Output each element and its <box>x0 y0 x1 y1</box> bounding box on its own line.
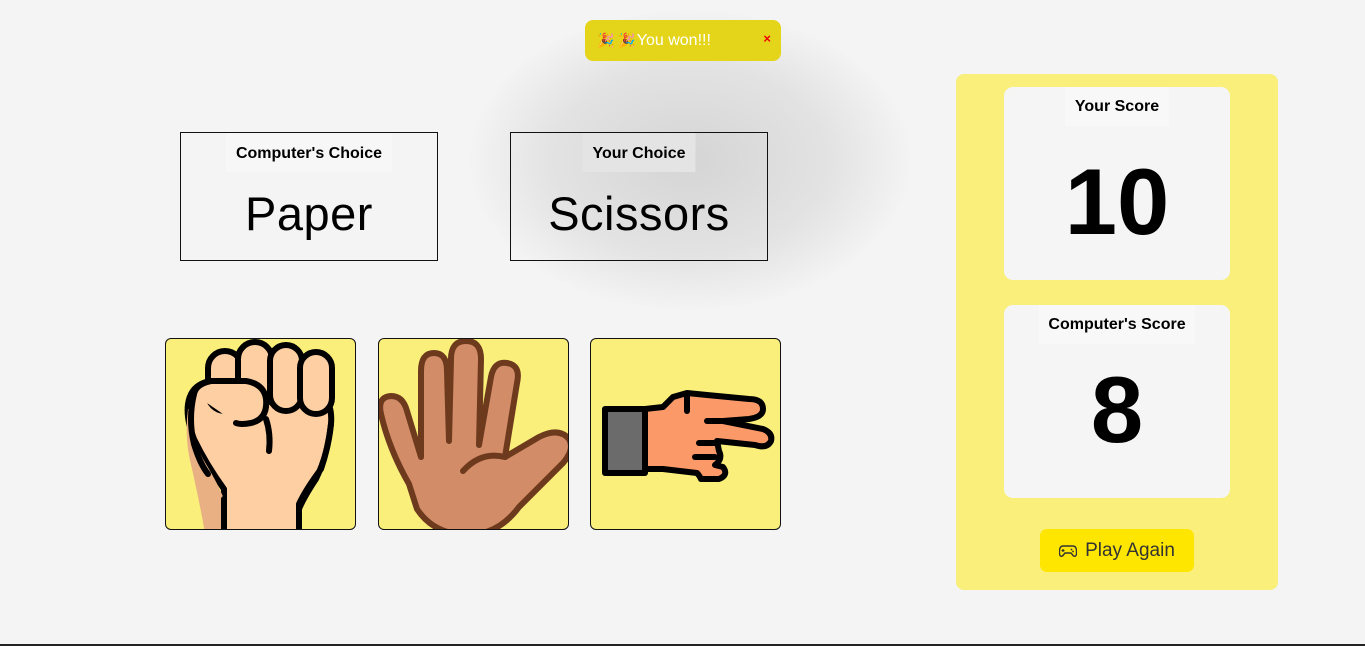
computer-choice-label: Computer's Choice <box>225 133 393 172</box>
paper-button[interactable] <box>378 338 569 530</box>
your-score-value: 10 <box>1064 149 1170 254</box>
scissors-hand-icon <box>602 390 775 482</box>
your-choice-box: Your Choice Scissors <box>510 132 768 261</box>
close-icon[interactable]: × <box>763 31 771 46</box>
computer-choice-box: Computer's Choice Paper <box>180 132 438 261</box>
your-choice-label: Your Choice <box>582 133 696 172</box>
computer-score-card: Computer's Score 8 <box>1004 305 1230 498</box>
scissors-button[interactable] <box>590 338 781 530</box>
fist-icon <box>184 339 335 529</box>
rock-button[interactable] <box>165 338 356 530</box>
open-hand-icon <box>379 339 568 529</box>
computer-score-value: 8 <box>1090 357 1144 462</box>
win-toast: 🎉 🎉 You won!!! × <box>585 20 781 61</box>
score-panel: Your Score 10 Computer's Score 8 Play Ag… <box>956 74 1278 590</box>
toast-message: You won!!! <box>636 31 711 49</box>
your-score-label: Your Score <box>1064 87 1170 126</box>
party-popper-icon: 🎉 🎉 <box>597 32 636 48</box>
play-again-button[interactable]: Play Again <box>1040 529 1194 572</box>
gamepad-icon <box>1059 544 1078 557</box>
play-again-label: Play Again <box>1085 539 1175 561</box>
your-score-card: Your Score 10 <box>1004 87 1230 280</box>
computer-choice-value: Paper <box>245 187 373 240</box>
computer-score-label: Computer's Score <box>1038 305 1196 344</box>
your-choice-value: Scissors <box>548 187 730 240</box>
